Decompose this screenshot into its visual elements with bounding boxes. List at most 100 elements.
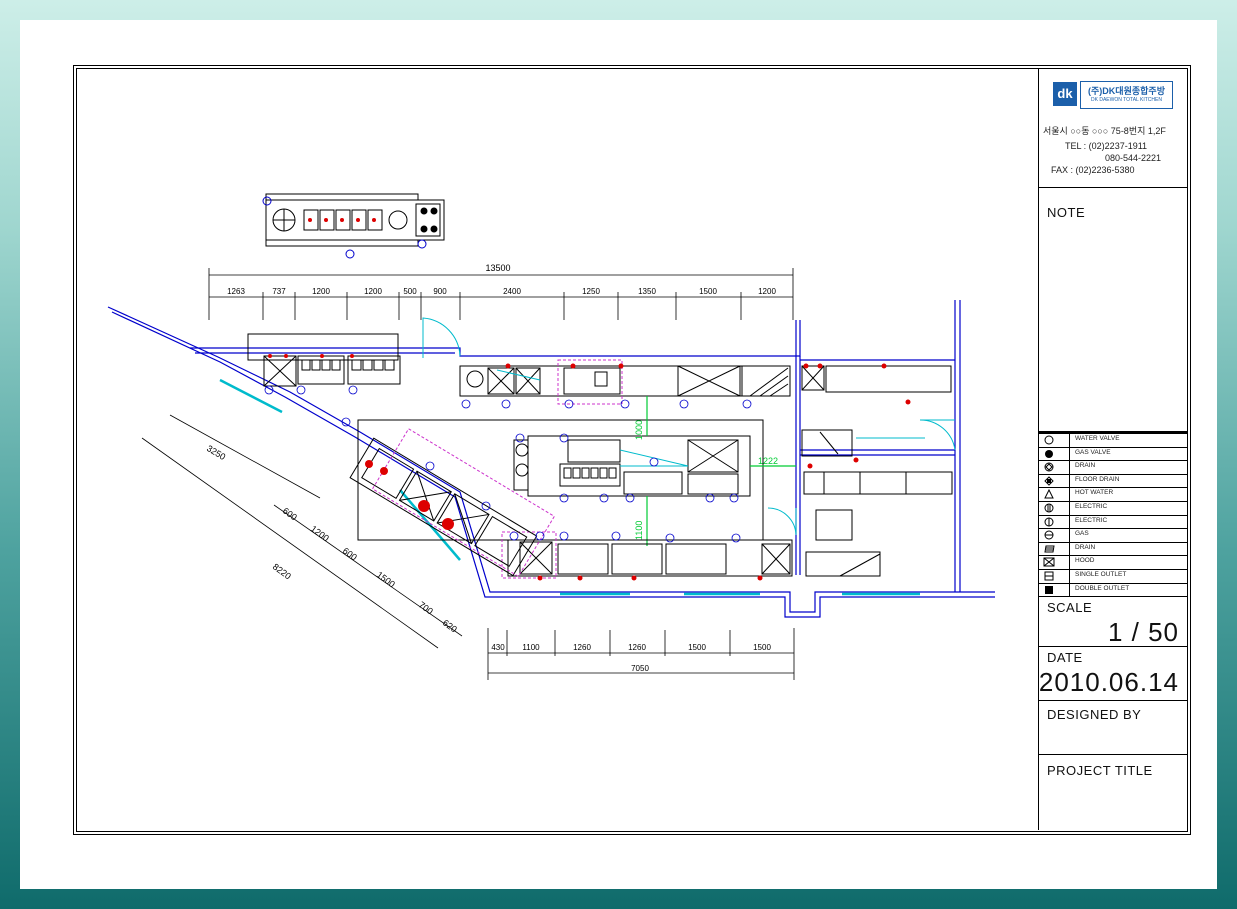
hatched-circle-icon <box>1045 449 1053 458</box>
legend-label: DRAIN <box>1075 543 1096 551</box>
legend-divider <box>1069 461 1070 474</box>
date-section: DATE 2010.06.14 <box>1039 647 1187 701</box>
legend-label: WATER VALVE <box>1075 435 1120 442</box>
legend-row: DRAIN <box>1039 541 1187 556</box>
right-room <box>801 429 953 577</box>
legend-divider <box>1069 488 1070 501</box>
scale-value: 1 / 50 <box>1107 617 1179 647</box>
company-info: dk (주)DK대원종합주방 DK DAEWON TOTAL KITCHEN 서… <box>1039 68 1187 188</box>
dim-horizontal-1: 1222 <box>758 456 778 466</box>
legend-divider <box>1069 447 1070 461</box>
dim-bottom-seg: 1500 <box>753 643 771 652</box>
date-label: DATE <box>1047 650 1083 665</box>
cross-box-icon <box>1043 557 1055 567</box>
dim-bottom-seg: 1500 <box>688 643 706 652</box>
legend-label: ELECTRIC <box>1075 503 1108 510</box>
note-label: NOTE <box>1047 205 1086 220</box>
legend-row: GAS <box>1039 528 1187 542</box>
dim-top-seg: 1263 <box>227 287 245 296</box>
dim-top-total: 13500 <box>485 263 510 273</box>
legend-label: HOT WATER <box>1075 489 1114 497</box>
legend-label: FLOOR DRAIN <box>1075 475 1120 483</box>
dim-diag-seg: 1200 <box>309 524 331 544</box>
drawing-sheet: 13500 1263 737 1200 1200 500 900 2400 12… <box>20 20 1217 889</box>
dim-diag-seg: 600 <box>281 506 299 523</box>
legend-label: GAS <box>1075 530 1089 538</box>
legend-divider <box>1069 542 1070 556</box>
designed-by-section: DESIGNED BY <box>1039 701 1187 755</box>
dim-vertical-1: 1000 <box>634 420 644 440</box>
dim-top-seg: 1350 <box>638 287 656 296</box>
company-tel-2: 080-544-2221 <box>1105 153 1162 163</box>
company-logo: dk (주)DK대원종합주방 DK DAEWON TOTAL KITCHEN <box>1053 80 1173 109</box>
circle-wave-icon <box>1044 530 1054 540</box>
diamond-circle-icon <box>1044 462 1054 472</box>
legend-row: DOUBLE OUTLET <box>1039 582 1187 597</box>
dim-top-seg: 1200 <box>758 287 776 296</box>
legend-row: SINGLE OUTLET <box>1039 569 1187 583</box>
dim-diag-top: 3250 <box>205 443 227 462</box>
dim-bottom-total: 7050 <box>631 664 649 673</box>
legend-divider <box>1069 515 1070 529</box>
dim-vertical-2: 1100 <box>634 521 644 540</box>
company-tel: TEL : (02)2237-1911 <box>1065 141 1148 151</box>
dim-diag-total: 8220 <box>271 562 293 582</box>
circle-bar-icon <box>1044 503 1054 513</box>
circle-icon <box>1044 435 1054 445</box>
legend-divider <box>1069 583 1070 597</box>
dim-bottom-seg: 1260 <box>573 643 591 652</box>
dim-top-seg: 1200 <box>364 287 382 296</box>
dim-top-seg: 1500 <box>699 287 717 296</box>
dim-top-seg: 1250 <box>582 287 600 296</box>
central-island <box>357 419 764 541</box>
project-title-label: PROJECT TITLE <box>1047 763 1153 778</box>
legend-section: WATER VALVE GAS VALVE DRAIN FLOOR DRAIN HOT … <box>1039 432 1187 597</box>
diamond-square-icon <box>1044 476 1054 486</box>
diagonal-dimensions <box>141 414 463 649</box>
company-name-ko: (주)DK대원종합주방 <box>1088 86 1165 96</box>
dim-top-seg: 737 <box>272 287 286 296</box>
legend-label: HOOD <box>1075 557 1095 565</box>
dim-diag-seg: 600 <box>341 546 359 563</box>
equipment-elevation <box>262 193 445 259</box>
dim-bottom-seg: 1260 <box>628 643 646 652</box>
title-block: dk (주)DK대원종합주방 DK DAEWON TOTAL KITCHEN 서… <box>1038 68 1187 830</box>
scale-label: SCALE <box>1047 600 1093 615</box>
scale-section: SCALE 1 / 50 <box>1039 597 1187 647</box>
legend-divider <box>1069 529 1070 542</box>
clearance-dimensions <box>646 396 796 546</box>
top-counter-row <box>247 333 952 397</box>
legend-row: ELECTRIC <box>1039 514 1187 529</box>
dim-top-seg: 2400 <box>503 287 521 296</box>
bottom-counter-row <box>507 539 793 577</box>
legend-divider <box>1069 556 1070 569</box>
company-name-en: DK DAEWON TOTAL KITCHEN <box>1091 97 1162 103</box>
legend-divider <box>1069 570 1070 583</box>
legend-row: FLOOR DRAIN <box>1039 473 1187 488</box>
legend-label: DOUBLE OUTLET <box>1075 584 1130 592</box>
legend-divider <box>1069 502 1070 515</box>
kitchen-floor-plan: 13500 1263 737 1200 1200 500 900 2400 12… <box>107 193 995 680</box>
dim-top-seg: 1200 <box>312 287 330 296</box>
dim-bottom-seg: 1100 <box>522 643 540 652</box>
company-fax: FAX : (02)2236-5380 <box>1051 165 1135 175</box>
legend-row: WATER VALVE <box>1039 433 1187 447</box>
angled-cooking-line <box>349 437 538 577</box>
legend-divider <box>1069 474 1070 488</box>
logo-mark-text: dk <box>1057 86 1073 101</box>
dim-diag-seg: 1500 <box>375 570 397 590</box>
legend-row: HOT WATER <box>1039 487 1187 501</box>
note-section: NOTE <box>1039 188 1187 432</box>
legend-label: SINGLE OUTLET <box>1075 571 1127 578</box>
legend-row: ELECTRIC <box>1039 501 1187 515</box>
outlet-icon <box>1044 571 1054 581</box>
designed-by-label: DESIGNED BY <box>1047 707 1142 722</box>
dim-diag-seg: 700 <box>417 600 435 617</box>
doors <box>422 317 956 536</box>
legend-label: DRAIN <box>1075 462 1096 470</box>
legend-label: GAS VALVE <box>1075 448 1111 456</box>
dim-bottom-seg: 430 <box>491 643 505 652</box>
dim-top-seg: 500 <box>403 287 417 296</box>
dim-top-seg: 900 <box>433 287 447 296</box>
logo-box: (주)DK대원종합주방 DK DAEWON TOTAL KITCHEN <box>1080 81 1173 109</box>
